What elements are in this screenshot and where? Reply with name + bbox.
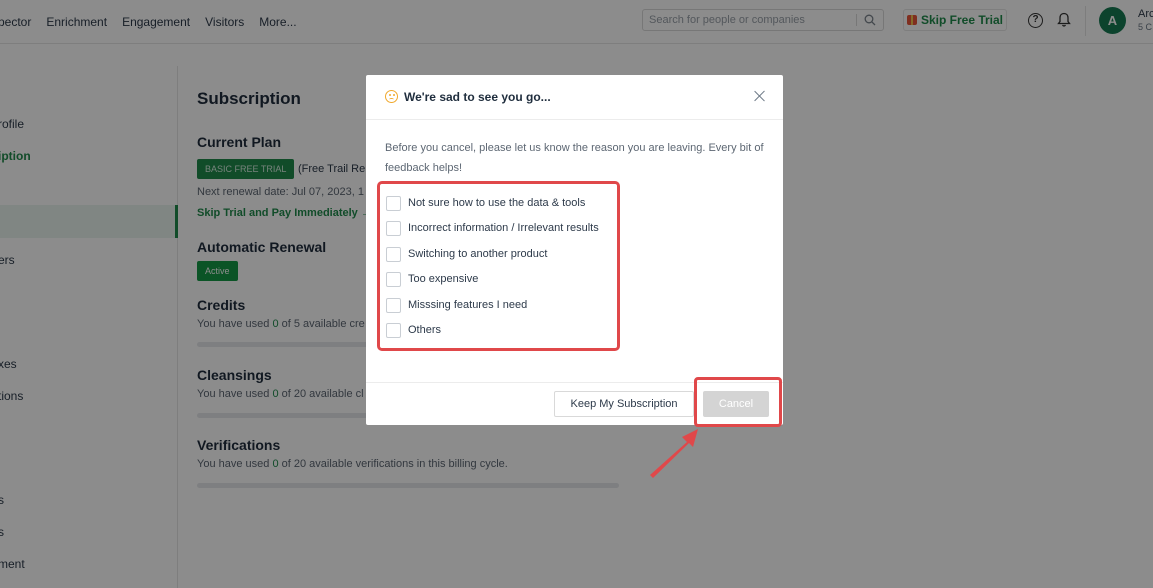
sad-face-icon	[385, 90, 398, 103]
dialog-title: We're sad to see you go...	[404, 90, 551, 104]
keep-subscription-button[interactable]: Keep My Subscription	[554, 391, 694, 417]
reasons-highlight-box	[377, 181, 620, 351]
annotation-arrow-icon	[650, 429, 698, 478]
cancel-highlight-box	[694, 377, 782, 427]
dialog-header: We're sad to see you go...	[366, 75, 783, 120]
dialog-intro-text: Before you cancel, please let us know th…	[385, 142, 764, 174]
close-icon[interactable]	[753, 89, 767, 103]
cancel-subscription-dialog: We're sad to see you go... Before you ca…	[366, 75, 783, 425]
